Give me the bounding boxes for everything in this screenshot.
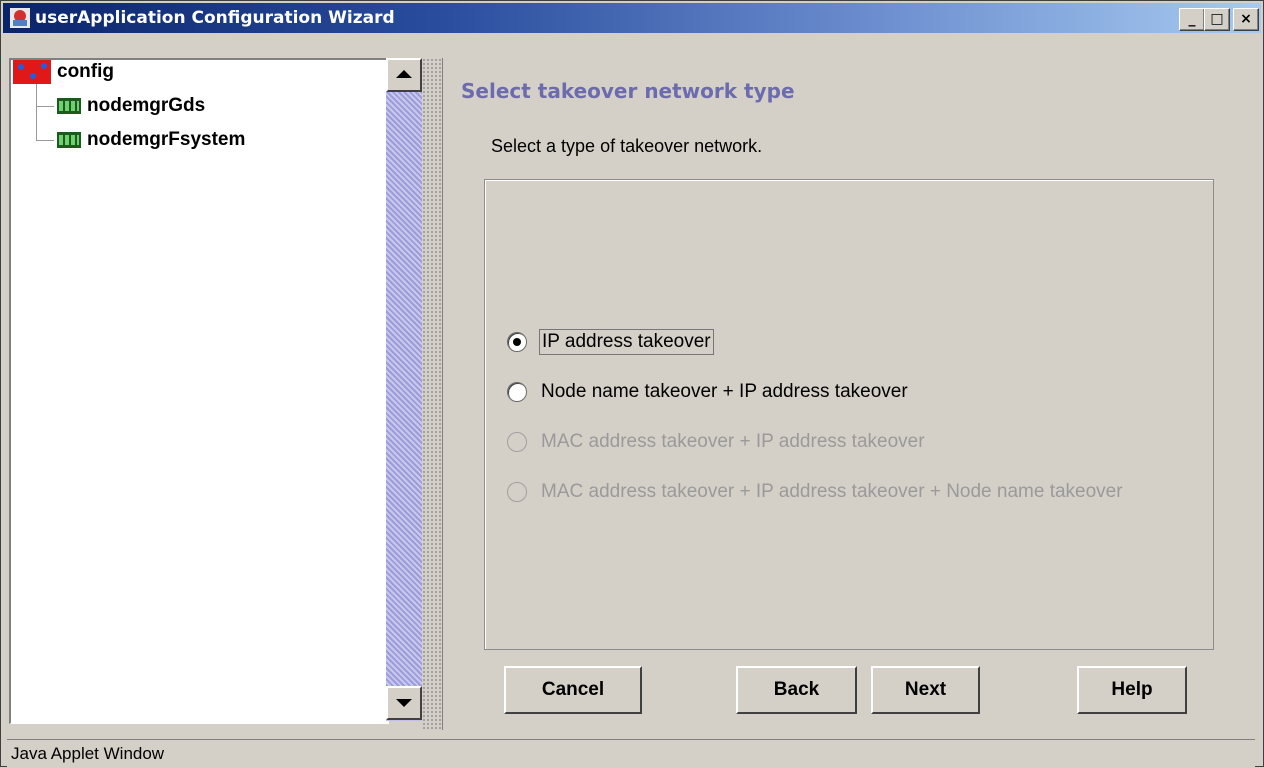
tree-node-nodemgrfsystem[interactable]: nodemgrFsystem [57,128,245,152]
network-type-options: IP address takeover Node name takeover +… [484,179,1214,650]
tree-scrollbar[interactable] [386,58,422,721]
radio-button [507,482,527,502]
radio-option-mac-ip-takeover: MAC address takeover + IP address takeov… [507,427,927,457]
tree-connector-vertical [36,84,37,141]
window-title: userApplication Configuration Wizard [35,8,395,28]
scroll-up-button[interactable] [386,58,422,92]
back-button[interactable]: Back [736,666,857,714]
radio-button [507,432,527,452]
title-bar[interactable]: userApplication Configuration Wizard _ □… [3,3,1261,33]
tree-node-nodemgrgds[interactable]: nodemgrGds [57,94,205,118]
radio-label: MAC address takeover + IP address takeov… [541,481,1123,502]
status-text: Java Applet Window [11,744,165,763]
tree-connector-horizontal [36,106,54,107]
tree-label-nodemgrfsystem: nodemgrFsystem [87,129,246,150]
radio-option-node-ip-takeover[interactable]: Node name takeover + IP address takeover [507,377,910,407]
tree-panel: config nodemgrGds nodemgrFsystem [9,58,389,724]
wizard-window: userApplication Configuration Wizard _ □… [0,0,1264,768]
help-button[interactable]: Help [1077,666,1187,714]
scroll-down-button[interactable] [386,686,422,720]
config-icon [13,60,51,84]
minimize-button[interactable]: _ [1179,8,1205,31]
app-icon [10,8,30,28]
close-button[interactable]: × [1233,8,1259,31]
radio-option-mac-ip-node-takeover: MAC address takeover + IP address takeov… [507,477,1125,507]
cancel-button[interactable]: Cancel [504,666,642,714]
radio-label: IP address takeover [539,329,714,355]
wizard-content: Select takeover network type Select a ty… [442,58,1262,730]
tree-node-config[interactable]: config [13,60,114,84]
maximize-button[interactable]: □ [1204,8,1230,31]
split-pane-divider[interactable] [422,58,442,730]
radio-button[interactable] [507,382,527,402]
status-bar: Java Applet Window [7,739,1255,768]
radio-button[interactable] [507,332,527,352]
next-button[interactable]: Next [871,666,980,714]
scroll-track[interactable] [386,92,422,686]
node-icon [57,132,81,148]
node-icon [57,98,81,114]
arrow-down-icon [396,699,412,707]
radio-label: Node name takeover + IP address takeover [541,381,908,402]
tree-label-config: config [57,61,114,82]
radio-option-ip-takeover[interactable]: IP address takeover [507,327,714,357]
tree-connector-horizontal [36,140,54,141]
radio-label: MAC address takeover + IP address takeov… [541,431,925,452]
instruction-text: Select a type of takeover network. [491,136,763,156]
tree-label-nodemgrgds: nodemgrGds [87,95,206,116]
arrow-up-icon [396,70,412,78]
page-title: Select takeover network type [461,79,795,103]
